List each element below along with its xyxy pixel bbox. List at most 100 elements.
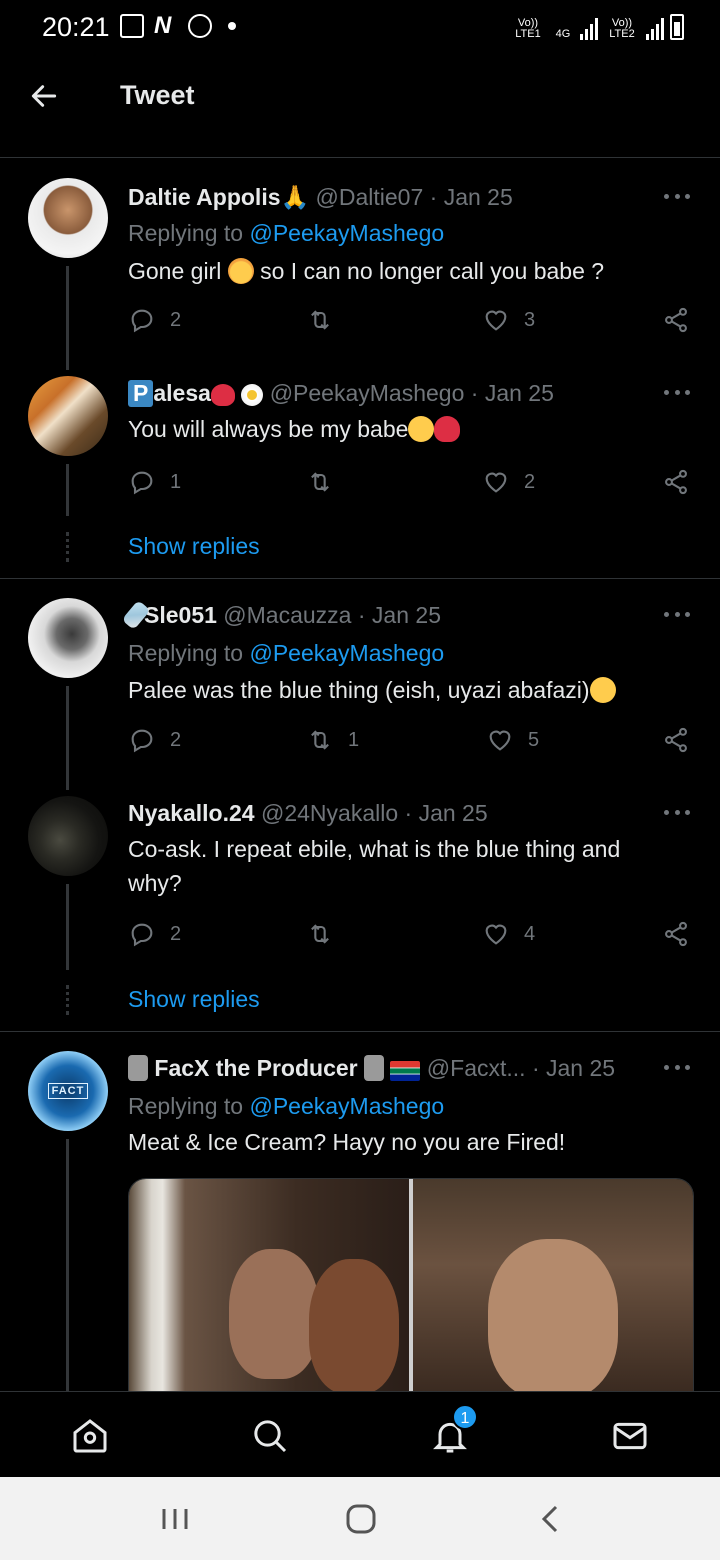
share-icon xyxy=(665,727,687,753)
show-replies-link[interactable]: Show replies xyxy=(128,986,260,1013)
show-replies-link[interactable]: Show replies xyxy=(128,533,260,560)
tweet-text-part: Gone girl xyxy=(128,258,222,284)
retweet-button[interactable]: 1 xyxy=(306,726,359,754)
handle[interactable]: @PeekayMashego xyxy=(270,380,465,406)
tweet-header: FacX the Producer @Facxt... · Jan 25 xyxy=(128,1055,640,1082)
handle[interactable]: @Daltie07 xyxy=(316,184,424,210)
display-name[interactable]: Daltie Appolis xyxy=(128,184,281,210)
avatar[interactable]: FACT xyxy=(28,1051,108,1131)
share-button[interactable] xyxy=(662,468,690,496)
bottom-navigation xyxy=(0,1391,720,1477)
reply-icon xyxy=(131,729,153,753)
home-icon xyxy=(73,1419,107,1453)
reply-button[interactable]: 2 xyxy=(128,726,181,754)
share-button[interactable] xyxy=(662,306,690,334)
avatar[interactable] xyxy=(28,178,108,258)
reply-button[interactable]: 2 xyxy=(128,920,181,948)
back-button-icon[interactable] xyxy=(540,1503,560,1535)
display-name[interactable]: Sle051 xyxy=(144,602,217,628)
avatar[interactable] xyxy=(28,796,108,876)
more-options-icon[interactable] xyxy=(664,194,690,202)
more-options-icon[interactable] xyxy=(664,810,690,818)
mention-link[interactable]: @PeekayMashego xyxy=(249,1093,444,1119)
tweet-date: · Jan 25 xyxy=(470,380,554,406)
media-image-right[interactable] xyxy=(413,1179,693,1393)
tweet-date: · Jan 25 xyxy=(404,800,488,826)
retweet-icon xyxy=(311,924,329,944)
retweet-button[interactable] xyxy=(306,920,348,948)
nav-messages[interactable] xyxy=(610,1416,650,1456)
reply-count: 2 xyxy=(170,922,182,945)
search-icon xyxy=(254,1420,287,1453)
more-notifications-icon xyxy=(228,22,236,30)
handle[interactable]: @Macauzza xyxy=(223,602,351,628)
tweet-media[interactable] xyxy=(128,1178,694,1393)
notification-badge: 1 xyxy=(452,1404,478,1430)
thread-line xyxy=(66,884,69,970)
tweet-date: · Jan 25 xyxy=(429,184,513,210)
status-time: 20:21 xyxy=(42,12,110,42)
retweet-button[interactable] xyxy=(306,306,348,334)
media-image-left[interactable] xyxy=(129,1179,409,1393)
rolling-eyes-emoji-icon xyxy=(408,416,435,442)
home-button-icon[interactable] xyxy=(345,1503,377,1535)
like-button[interactable]: 4 xyxy=(482,920,535,948)
more-options-icon[interactable] xyxy=(664,612,690,620)
like-count: 4 xyxy=(524,922,536,945)
notification-icons: N xyxy=(120,14,236,38)
replying-prefix: Replying to xyxy=(128,640,244,666)
reply-button[interactable]: 1 xyxy=(128,468,181,496)
reply-icon xyxy=(131,923,153,947)
moai-icon xyxy=(128,1055,148,1081)
like-button[interactable]: 3 xyxy=(482,306,535,334)
reply-count: 1 xyxy=(170,470,182,493)
replying-to: Replying to @PeekayMashego xyxy=(128,1093,444,1120)
netflix-icon: N xyxy=(154,12,172,39)
like-count: 3 xyxy=(524,308,536,331)
handle[interactable]: @Facxt... xyxy=(427,1055,526,1081)
name-badge: P xyxy=(128,380,154,407)
share-button[interactable] xyxy=(662,726,690,754)
handle[interactable]: @24Nyakallo xyxy=(261,800,398,826)
tweet-header: Palesa @PeekayMashego · Jan 25 xyxy=(128,380,640,407)
red-heart-icon xyxy=(210,384,235,406)
retweet-button[interactable] xyxy=(306,468,348,496)
avatar[interactable] xyxy=(28,376,108,456)
battery-icon xyxy=(670,14,684,40)
replying-prefix: Replying to xyxy=(128,220,244,246)
display-name[interactable]: FacX the Producer xyxy=(154,1055,357,1081)
tweet-header: Sle051 @Macauzza · Jan 25 xyxy=(121,599,640,631)
share-button[interactable] xyxy=(662,920,690,948)
replying-to: Replying to @PeekayMashego xyxy=(128,640,444,667)
retweet-count: 1 xyxy=(348,728,360,751)
share-icon xyxy=(665,307,687,333)
top-app-bar: Tweet xyxy=(0,56,720,158)
mention-link[interactable]: @PeekayMashego xyxy=(249,640,444,666)
status-bar: 20:21 N Vo)) LTE1 4G Vo)) LTE2 xyxy=(0,0,720,56)
south-africa-flag-icon xyxy=(390,1061,421,1081)
replying-to: Replying to @PeekayMashego xyxy=(128,220,444,247)
back-arrow-icon[interactable] xyxy=(28,80,60,112)
nav-home[interactable] xyxy=(70,1416,110,1456)
reply-button[interactable]: 2 xyxy=(128,306,181,334)
like-button[interactable]: 2 xyxy=(482,468,535,496)
tweet-actions: 2 3 xyxy=(128,306,696,338)
tweet-actions: 1 2 xyxy=(128,468,696,500)
reply-icon xyxy=(131,471,153,495)
avatar[interactable] xyxy=(28,598,108,678)
more-options-icon[interactable] xyxy=(664,390,690,398)
tweet-date: · Jan 25 xyxy=(531,1055,616,1081)
reply-count: 2 xyxy=(170,728,182,751)
display-name[interactable]: alesa xyxy=(153,380,211,406)
recent-apps-icon[interactable] xyxy=(160,1503,190,1535)
display-name[interactable]: Nyakallo.24 xyxy=(128,800,255,826)
share-icon xyxy=(665,469,687,495)
divider xyxy=(0,578,720,579)
like-button[interactable]: 5 xyxy=(486,726,539,754)
nav-search[interactable] xyxy=(250,1416,290,1456)
retweet-icon xyxy=(311,472,329,492)
more-options-icon[interactable] xyxy=(664,1065,690,1073)
mention-link[interactable]: @PeekayMashego xyxy=(249,220,444,246)
tweet-text: Meat & Ice Cream? Hayy no you are Fired! xyxy=(128,1129,566,1155)
avatar-text: FACT xyxy=(47,1083,89,1099)
